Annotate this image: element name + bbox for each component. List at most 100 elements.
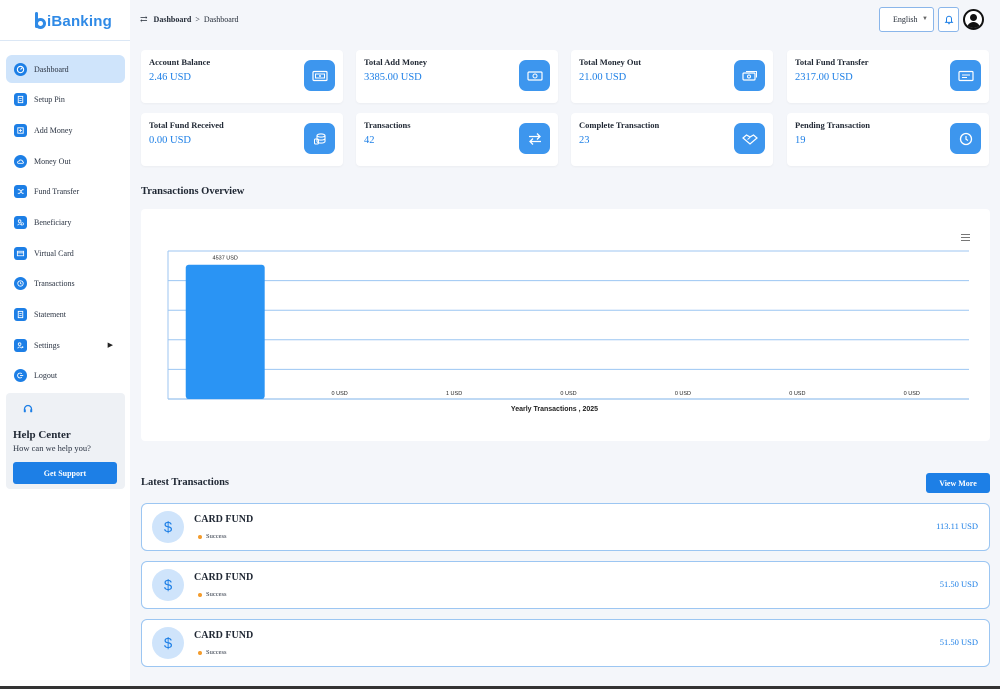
sidebar-item-label: Money Out xyxy=(34,156,71,166)
logout-icon xyxy=(14,369,27,383)
help-title: Help Center xyxy=(13,429,71,441)
sidebar-item-label: Transactions xyxy=(34,279,75,289)
get-support-button[interactable]: Get Support xyxy=(13,462,117,484)
stat-label: Total Money Out xyxy=(579,57,642,67)
stat-value: 2.46 USD xyxy=(149,72,192,83)
sidebar-item-statement[interactable]: Statement xyxy=(6,301,125,329)
transaction-row[interactable]: $ CARD FUND Success 113.11 USD xyxy=(141,503,990,551)
statement-icon xyxy=(14,308,27,321)
transaction-amount: 51.50 USD xyxy=(939,579,978,589)
stat-card-total-fund-received: Total Fund Received 0.00 USD xyxy=(141,113,343,166)
breadcrumb-root[interactable]: Dashboard xyxy=(154,15,192,24)
history-icon xyxy=(14,277,27,291)
status-text: Success xyxy=(206,533,227,540)
sidebar-item-label: Settings xyxy=(34,340,60,350)
transaction-amount: 113.11 USD xyxy=(936,521,978,531)
stat-value: 3385.00 USD xyxy=(364,72,422,83)
stat-card-account-balance: Account Balance 2.46 USD xyxy=(141,50,343,103)
dashboard-icon xyxy=(14,62,27,76)
chart-data-label: 0 USD xyxy=(332,391,348,397)
status-badge: Success xyxy=(198,533,227,540)
stat-label: Transactions xyxy=(364,120,411,130)
handshake-icon xyxy=(734,123,765,154)
notification-button[interactable] xyxy=(938,7,959,32)
stat-value: 23 xyxy=(579,135,590,146)
transaction-amount: 51.50 USD xyxy=(939,637,978,647)
sidebar-toggle-icon[interactable]: ⇄ xyxy=(140,14,148,25)
stat-card-pending-transaction: Pending Transaction 19 xyxy=(787,113,989,166)
view-more-button[interactable]: View More xyxy=(926,473,990,493)
sidebar-item-virtual-card[interactable]: Virtual Card xyxy=(6,239,125,267)
sidebar-nav: Dashboard Setup Pin Add Money Money Out … xyxy=(6,55,125,393)
sidebar-item-label: Setup Pin xyxy=(34,95,65,105)
transaction-row[interactable]: $ CARD FUND Success 51.50 USD xyxy=(141,619,990,667)
credit-card-icon xyxy=(14,246,27,260)
sidebar-item-label: Statement xyxy=(34,310,66,319)
sidebar-item-beneficiary[interactable]: Beneficiary xyxy=(6,208,125,236)
sidebar-item-fund-transfer[interactable]: Fund Transfer xyxy=(6,178,125,206)
document-icon xyxy=(14,93,27,107)
transaction-name: CARD FUND xyxy=(194,572,254,583)
status-badge: Success xyxy=(198,591,227,598)
language-value: English xyxy=(893,15,918,24)
shuffle-icon xyxy=(14,185,27,199)
sidebar-item-money-out[interactable]: Money Out xyxy=(6,147,125,175)
chart-data-label: 0 USD xyxy=(789,391,805,397)
chart-bar[interactable] xyxy=(185,264,265,399)
stat-label: Total Add Money xyxy=(364,57,427,67)
sidebar-item-setup-pin[interactable]: Setup Pin xyxy=(6,86,125,114)
stat-card-complete-transaction: Complete Transaction 23 xyxy=(571,113,773,166)
settings-icon xyxy=(14,338,27,352)
stat-value: 0.00 USD xyxy=(149,135,192,146)
sidebar-item-label: Fund Transfer xyxy=(34,187,80,197)
stat-value: 42 xyxy=(364,135,375,146)
dollar-icon: $ xyxy=(152,627,184,659)
stat-label: Total Fund Transfer xyxy=(795,57,869,67)
exchange-icon xyxy=(519,123,550,154)
headset-icon xyxy=(23,404,33,413)
sidebar-item-add-money[interactable]: Add Money xyxy=(6,116,125,144)
transaction-name: CARD FUND xyxy=(194,514,254,525)
stat-label: Pending Transaction xyxy=(795,120,871,130)
sidebar-item-logout[interactable]: Logout xyxy=(6,362,125,390)
stat-card-total-add-money: Total Add Money 3385.00 USD xyxy=(356,50,558,103)
transaction-name: CARD FUND xyxy=(194,630,254,641)
stat-card-transactions: Transactions 42 xyxy=(356,113,558,166)
chart-x-axis-label: Yearly Transactions , 2025 xyxy=(511,406,598,413)
help-center-card: Help Center How can we help you? Get Sup… xyxy=(6,393,125,489)
status-text: Success xyxy=(206,591,227,598)
stat-label: Complete Transaction xyxy=(579,120,660,130)
sidebar-item-transactions[interactable]: Transactions xyxy=(6,270,125,298)
sidebar-item-settings[interactable]: Settings ▶ xyxy=(6,331,125,359)
clock-icon xyxy=(950,123,981,154)
sidebar-item-label: Dashboard xyxy=(34,64,69,74)
stat-label: Total Fund Received xyxy=(149,120,224,130)
stat-value: 21.00 USD xyxy=(579,72,627,83)
breadcrumb: ⇄ Dashboard > Dashboard xyxy=(140,14,239,25)
chart-data-label: 1 USD xyxy=(446,391,462,397)
user-avatar-icon[interactable] xyxy=(963,9,984,30)
overview-title: Transactions Overview xyxy=(141,186,245,197)
sidebar: iBanking Dashboard Setup Pin Add Money M… xyxy=(0,0,130,689)
chart-data-label: 0 USD xyxy=(904,391,920,397)
transaction-row[interactable]: $ CARD FUND Success 51.50 USD xyxy=(141,561,990,609)
logo-text: iBanking xyxy=(47,12,112,30)
chevron-right-icon: ▶ xyxy=(107,341,113,350)
logo[interactable]: iBanking xyxy=(33,10,112,32)
breadcrumb-current: Dashboard xyxy=(203,15,239,24)
stat-label: Account Balance xyxy=(149,57,211,67)
chart-data-label: 0 USD xyxy=(675,391,691,397)
sidebar-item-label: Add Money xyxy=(34,125,73,135)
status-badge: Success xyxy=(198,649,227,656)
chart-data-label: 0 USD xyxy=(560,391,576,397)
language-select[interactable]: English ▼ xyxy=(879,7,934,32)
sidebar-item-label: Logout xyxy=(34,371,58,381)
stat-value: 2317.00 USD xyxy=(795,72,853,83)
dollar-icon: $ xyxy=(152,511,184,543)
bell-icon xyxy=(944,15,953,25)
stat-value: 19 xyxy=(795,135,806,146)
stat-card-total-fund-transfer: Total Fund Transfer 2317.00 USD xyxy=(787,50,989,103)
latest-transactions-title: Latest Transactions xyxy=(141,477,229,488)
sidebar-item-dashboard[interactable]: Dashboard xyxy=(6,55,125,83)
sidebar-item-label: Virtual Card xyxy=(34,248,74,258)
